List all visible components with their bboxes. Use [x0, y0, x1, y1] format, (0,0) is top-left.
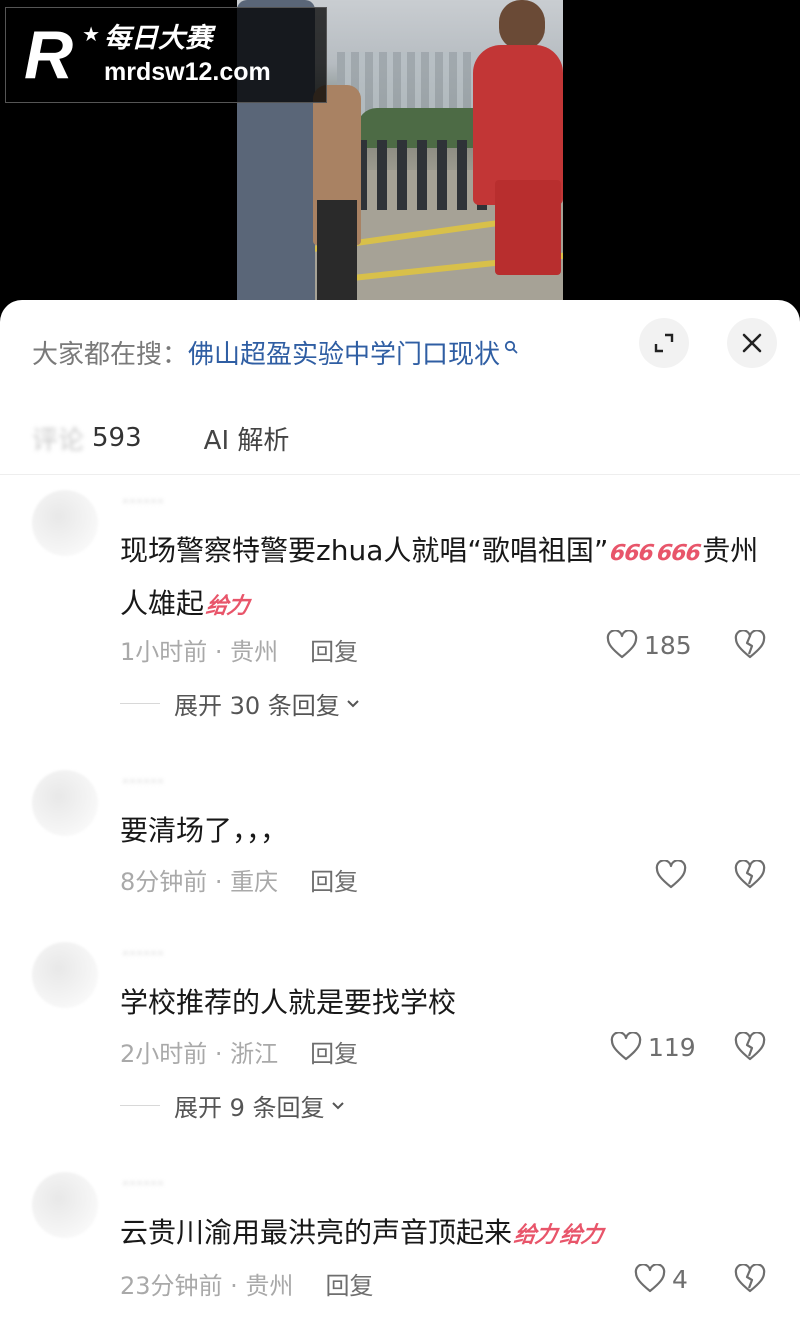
- comment-text: 学校推荐的人就是要找学校: [120, 986, 457, 1019]
- person-middle-shorts: [317, 200, 357, 300]
- comment-time-location: 2小时前 · 浙江: [120, 1040, 279, 1068]
- logo-letter: R: [24, 17, 74, 93]
- expand-line: [120, 703, 160, 704]
- divider: [0, 474, 800, 475]
- expand-line: [120, 1105, 160, 1106]
- dislike-button[interactable]: [734, 859, 766, 894]
- video-player[interactable]: R ★ 每日大赛 mrdsw12.com: [0, 0, 800, 320]
- comment-time-location: 23分钟前 · 贵州: [120, 1272, 294, 1300]
- reply-button[interactable]: 回复: [310, 632, 358, 667]
- avatar[interactable]: [32, 490, 98, 556]
- username[interactable]: ······: [122, 942, 164, 967]
- trending-search-term[interactable]: 佛山超盈实验中学门口现状: [188, 334, 500, 371]
- chevron-down-icon: [347, 699, 359, 707]
- comment-text: 云贵川渝用最洪亮的声音顶起来给力给力: [120, 1208, 780, 1261]
- reply-button[interactable]: 回复: [310, 1034, 358, 1069]
- tab-comments-label: 评论: [32, 425, 85, 456]
- like-button[interactable]: 185: [606, 630, 692, 660]
- reply-button[interactable]: 回复: [325, 1266, 373, 1301]
- trending-search[interactable]: 大家都在搜： 佛山超盈实验中学门口现状: [32, 330, 518, 374]
- star-icon: ★: [82, 22, 100, 46]
- like-count: 185: [644, 630, 692, 660]
- person-right-shorts: [495, 180, 561, 275]
- tab-comments[interactable]: 评论 593: [32, 420, 142, 457]
- username[interactable]: ······: [122, 1172, 164, 1197]
- close-button[interactable]: [727, 318, 777, 368]
- heart-icon: [655, 860, 687, 889]
- comment-text: 现场警察特警要zhua人就唱“歌唱祖国”666666贵州人雄起给力: [120, 526, 780, 632]
- heart-icon: [610, 1032, 642, 1061]
- like-count: 4: [672, 1264, 688, 1294]
- logo-url: mrdsw12.com: [104, 58, 271, 86]
- comment-count: 593: [92, 423, 142, 453]
- broken-heart-icon: [734, 629, 766, 659]
- broken-heart-icon: [734, 1263, 766, 1293]
- comment-time-location: 8分钟前 · 重庆: [120, 868, 279, 896]
- tab-ai-analysis[interactable]: AI 解析: [204, 420, 290, 457]
- broken-heart-icon: [734, 1031, 766, 1061]
- broken-heart-icon: [734, 859, 766, 889]
- emoji-geili: 给力: [512, 1223, 558, 1248]
- like-count: 119: [648, 1032, 696, 1062]
- expand-icon: [654, 333, 674, 353]
- expand-replies[interactable]: 展开 9 条回复: [120, 1088, 345, 1123]
- emoji-666: 666: [608, 541, 656, 566]
- chevron-down-icon: [331, 1101, 344, 1109]
- emoji-geili: 给力: [204, 594, 250, 619]
- expand-button[interactable]: [639, 318, 689, 368]
- avatar[interactable]: [32, 942, 98, 1008]
- comment-time-location: 1小时前 · 贵州: [120, 638, 279, 666]
- avatar[interactable]: [32, 1172, 98, 1238]
- emoji-666: 666: [655, 541, 703, 566]
- expand-replies-label: 展开 30 条回复: [174, 692, 340, 720]
- watermark-logo: R ★ 每日大赛 mrdsw12.com: [5, 7, 327, 103]
- logo-mark: R ★: [24, 20, 102, 90]
- logo-title: 每日大赛: [104, 23, 212, 54]
- comment-meta: 23分钟前 · 贵州 回复: [120, 1266, 373, 1301]
- search-icon: [504, 340, 518, 354]
- emoji-geili: 给力: [558, 1223, 604, 1248]
- username[interactable]: ······: [122, 490, 164, 515]
- expand-replies[interactable]: 展开 30 条回复: [120, 686, 360, 721]
- comment-text-part: 云贵川渝用最洪亮的声音顶起来: [120, 1216, 513, 1249]
- comment-meta: 8分钟前 · 重庆 回复: [120, 862, 358, 897]
- comment-text: 要清场了，，，: [120, 814, 289, 847]
- expand-replies-label: 展开 9 条回复: [174, 1094, 325, 1122]
- dislike-button[interactable]: [734, 629, 766, 664]
- comment-meta: 1小时前 · 贵州 回复: [120, 632, 358, 667]
- dislike-button[interactable]: [734, 1031, 766, 1066]
- username[interactable]: ······: [122, 770, 164, 795]
- comment-text-part: 现场警察特警要zhua人就唱“歌唱祖国”: [120, 534, 609, 567]
- comment-tabs: 评论 593 AI 解析: [32, 418, 289, 458]
- heart-icon: [606, 630, 638, 659]
- comment-meta: 2小时前 · 浙江 回复: [120, 1034, 358, 1069]
- like-button[interactable]: [655, 860, 687, 890]
- comment-sheet: 大家都在搜： 佛山超盈实验中学门口现状 评论 593 AI 解析 ······ …: [0, 300, 800, 1330]
- heart-icon: [634, 1264, 666, 1293]
- reply-button[interactable]: 回复: [310, 862, 358, 897]
- trending-search-prefix: 大家都在搜：: [32, 339, 189, 370]
- dislike-button[interactable]: [734, 1263, 766, 1298]
- avatar[interactable]: [32, 770, 98, 836]
- like-button[interactable]: 119: [610, 1032, 696, 1062]
- close-icon: [742, 333, 762, 353]
- like-button[interactable]: 4: [634, 1264, 688, 1294]
- person-right-head: [499, 0, 545, 50]
